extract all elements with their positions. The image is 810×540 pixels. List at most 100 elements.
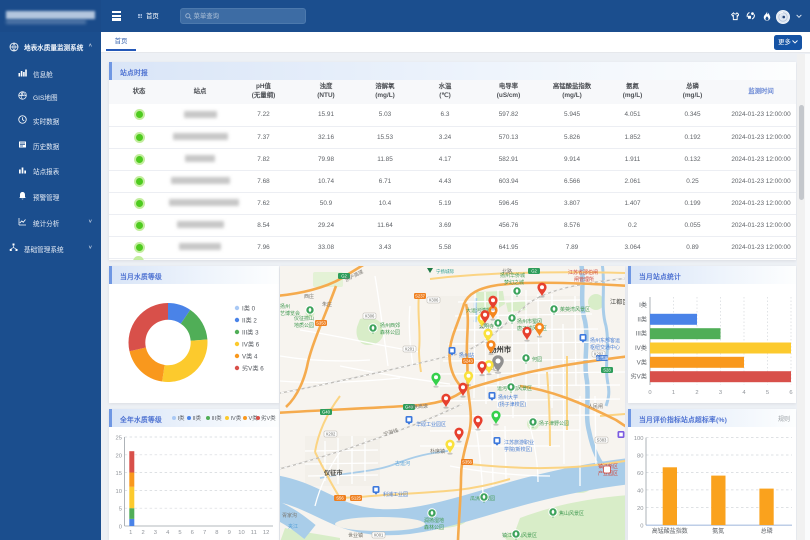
svg-text:6: 6: [191, 530, 194, 536]
svg-text:X202: X202: [326, 432, 336, 437]
svg-text:学院(新校区): 学院(新校区): [504, 446, 533, 453]
svg-text:闸管理所: 闸管理所: [574, 276, 594, 283]
svg-text:G40: G40: [322, 410, 331, 415]
svg-text:5: 5: [119, 507, 122, 513]
svg-text:江苏省邵伯闸: 江苏省邵伯闸: [568, 269, 598, 276]
svg-text:梦幻之城: 梦幻之城: [504, 279, 524, 286]
svg-text:地质公园: 地质公园: [294, 322, 314, 329]
svg-text:7: 7: [203, 530, 206, 536]
svg-text:II类: II类: [193, 414, 202, 422]
svg-text:0: 0: [119, 525, 122, 531]
svg-text:4: 4: [166, 530, 170, 536]
svg-text:朱庄: 朱庄: [322, 301, 332, 308]
svg-text:宁扬城际: 宁扬城际: [436, 268, 454, 275]
svg-text:0: 0: [640, 524, 643, 530]
svg-text:扬州站: 扬州站: [459, 352, 474, 359]
svg-text:IV类 6: IV类 6: [242, 341, 260, 349]
svg-text:江苏旅游职业: 江苏旅游职业: [504, 439, 534, 446]
svg-text:S237: S237: [415, 294, 425, 299]
svg-text:扬子津野公园: 扬子津野公园: [539, 420, 569, 427]
svg-text:IV类: IV类: [635, 344, 647, 352]
svg-text:G2: G2: [531, 269, 537, 274]
svg-text:40: 40: [637, 488, 643, 494]
svg-text:3: 3: [154, 530, 157, 536]
svg-text:I类 0: I类 0: [242, 305, 256, 313]
svg-text:I类: I类: [639, 301, 647, 309]
svg-text:劣V类 6: 劣V类 6: [242, 365, 264, 373]
svg-text:高锰酸盐指数: 高锰酸盐指数: [652, 527, 688, 535]
svg-text:9: 9: [228, 530, 231, 536]
svg-text:12: 12: [263, 530, 269, 536]
svg-text:S125: S125: [351, 496, 361, 501]
svg-text:扬州华侨城: 扬州华侨城: [500, 272, 525, 279]
svg-text:扬州: 扬州: [280, 303, 290, 310]
svg-text:江都区: 江都区: [610, 298, 625, 306]
svg-text:古运河: 古运河: [395, 460, 410, 467]
svg-text:2: 2: [141, 530, 144, 536]
svg-text:5: 5: [766, 390, 769, 396]
svg-text:(扬子津校区): (扬子津校区): [498, 401, 527, 408]
svg-text:S353: S353: [316, 321, 326, 326]
svg-text:25: 25: [116, 436, 122, 442]
svg-text:朴席镇: 朴席镇: [430, 448, 445, 455]
svg-text:III类: III类: [212, 414, 223, 422]
svg-text:III类: III类: [636, 330, 647, 338]
svg-text:金湾路: 金湾路: [596, 355, 609, 362]
svg-text:S383: S383: [597, 438, 607, 443]
svg-text:劣V类: 劣V类: [261, 414, 276, 422]
svg-text:人民闸: 人民闸: [588, 403, 603, 410]
svg-text:氨氮: 氨氮: [712, 527, 724, 535]
svg-text:华砚工业园区: 华砚工业园区: [416, 421, 446, 428]
svg-text:15: 15: [116, 471, 122, 477]
svg-text:2: 2: [695, 390, 698, 396]
svg-text:I类: I类: [178, 414, 186, 422]
svg-text:100: 100: [634, 436, 644, 442]
svg-text:6: 6: [789, 390, 792, 396]
svg-text:沪陕高速: 沪陕高速: [408, 403, 428, 411]
svg-text:森林公园: 森林公园: [424, 524, 444, 531]
svg-text:扬州西郊: 扬州西郊: [380, 322, 400, 329]
svg-text:80: 80: [637, 454, 643, 460]
svg-text:焦山风景区: 焦山风景区: [559, 510, 584, 517]
svg-text:扬州东部客运: 扬州东部客运: [590, 337, 620, 344]
svg-text:X001: X001: [374, 533, 384, 538]
svg-text:II类: II类: [637, 315, 647, 323]
svg-text:仪征市: 仪征市: [323, 469, 343, 477]
svg-text:1: 1: [672, 390, 675, 396]
svg-text:5: 5: [178, 530, 181, 536]
svg-text:V类 4: V类 4: [242, 353, 258, 361]
svg-text:扬州大学: 扬州大学: [498, 394, 518, 401]
svg-text:10: 10: [238, 530, 244, 536]
svg-text:10: 10: [116, 489, 122, 495]
svg-text:利浦工业园: 利浦工业园: [383, 491, 408, 498]
svg-text:S356: S356: [462, 460, 472, 465]
svg-text:世业镇: 世业镇: [348, 532, 363, 539]
svg-text:X306: X306: [365, 314, 375, 319]
svg-text:森林公园: 森林公园: [380, 329, 400, 336]
svg-text:S243: S243: [463, 359, 473, 364]
svg-text:4: 4: [742, 390, 746, 396]
svg-text:艺博览会: 艺博览会: [280, 310, 300, 317]
svg-text:胥家沟: 胥家沟: [282, 512, 297, 519]
svg-text:S28: S28: [603, 368, 611, 373]
svg-text:茱萸湾风景区: 茱萸湾风景区: [560, 306, 590, 313]
svg-text:60: 60: [637, 471, 643, 477]
svg-text:1: 1: [129, 530, 132, 536]
svg-text:11: 11: [251, 530, 257, 536]
svg-text:夹江: 夹江: [288, 523, 298, 530]
svg-text:20: 20: [637, 506, 643, 512]
svg-text:枢纽交通中心: 枢纽交通中心: [590, 344, 620, 351]
svg-text:II类 2: II类 2: [242, 317, 257, 325]
svg-text:X201: X201: [405, 347, 415, 352]
svg-text:劣V类: 劣V类: [630, 373, 647, 381]
svg-text:8: 8: [215, 530, 218, 536]
svg-text:IV类: IV类: [231, 414, 242, 422]
svg-text:III类 3: III类 3: [242, 329, 259, 337]
svg-text:3: 3: [719, 390, 722, 396]
svg-text:V类: V类: [637, 358, 647, 366]
svg-text:20: 20: [116, 453, 122, 459]
svg-text:S56: S56: [336, 496, 344, 501]
svg-text:西庄: 西庄: [304, 293, 314, 300]
svg-text:X306: X306: [429, 298, 439, 303]
svg-text:润扬湿地: 润扬湿地: [424, 517, 444, 524]
